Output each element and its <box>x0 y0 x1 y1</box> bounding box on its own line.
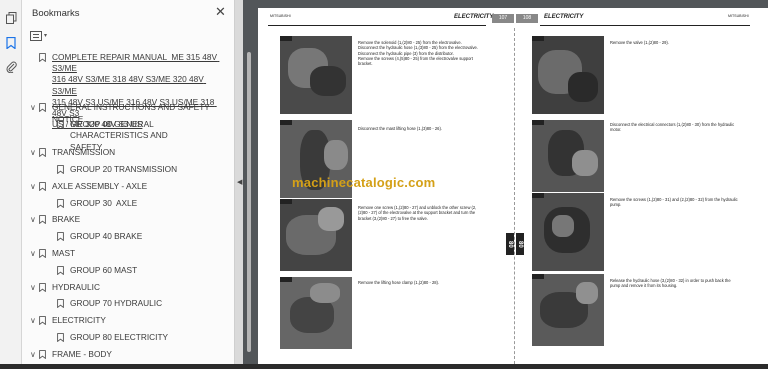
bookmark-section[interactable]: ∨ MAST <box>30 248 220 261</box>
bookmark-options-button[interactable]: ▾ <box>30 29 52 42</box>
bookmark-icon <box>39 102 52 115</box>
bookmark-item[interactable]: GROUP 30 AXLE <box>48 198 220 211</box>
chevron-down-icon[interactable]: ∨ <box>30 102 39 113</box>
bookmark-icon <box>39 315 52 328</box>
photo-80-27 <box>280 199 352 271</box>
bookmark-section[interactable]: ∨ TRANSMISSION <box>30 147 220 160</box>
bookmark-item[interactable]: GROUP 70 HYDRAULIC <box>48 298 220 311</box>
bookmark-item[interactable]: GROUP 40 BRAKE <box>48 231 220 244</box>
photo-80-32 <box>532 274 604 346</box>
left-section-title: ELECTRICITY <box>454 14 494 20</box>
photo-80-30 <box>532 120 604 192</box>
bookmark-item[interactable]: GROUP 20 TRANSMISSION <box>48 164 220 177</box>
bookmark-label: GROUP 60 MAST <box>70 264 138 275</box>
scrollbar[interactable] <box>247 52 251 352</box>
bookmark-icon <box>57 198 70 211</box>
bookmark-icon <box>57 332 70 345</box>
caption-80-32: Release the hydraulic hose (3,(2)80 - 32… <box>610 278 731 289</box>
right-page-number: 108 <box>516 14 538 23</box>
photo-80-28 <box>280 277 352 349</box>
chevron-down-icon: ▾ <box>44 33 48 39</box>
chevron-down-icon[interactable]: ∨ <box>30 349 39 360</box>
caption-80-30: Disconnect the electrical connectors (1,… <box>610 122 735 133</box>
pdf-viewer: Bookmarks ✕ ▾ COMPLETE REPAIR MANUAL ME … <box>0 0 768 369</box>
bookmark-label: GROUP 30 AXLE <box>70 197 138 208</box>
watermark: machinecatalogic.com <box>292 175 436 190</box>
attachment-icon[interactable] <box>3 59 19 75</box>
chevron-down-icon[interactable]: ∨ <box>30 214 39 225</box>
bookmark-icon <box>57 265 70 278</box>
bookmark-icon <box>39 181 52 194</box>
photo-80-29 <box>532 36 604 114</box>
caption-80-25: Remove the solenoid (1,(2)80 - 25) from … <box>358 40 478 67</box>
bookmarks-panel: Bookmarks ✕ ▾ COMPLETE REPAIR MANUAL ME … <box>22 0 251 369</box>
bookmark-section[interactable]: ∨ AXLE ASSEMBLY - AXLE <box>30 181 220 194</box>
bookmark-label: GROUP 80 ELECTRICITY <box>70 332 169 342</box>
pages-icon[interactable] <box>3 10 19 26</box>
bookmark-section[interactable]: ∨ HYDRAULIC <box>30 282 220 295</box>
bookmark-label: TRANSMISSION <box>52 147 116 158</box>
chevron-down-icon[interactable]: ∨ <box>30 282 39 293</box>
right-chapter-mark: 80 <box>516 233 524 255</box>
bookmark-icon <box>39 248 52 261</box>
left-chapter-mark: 80 <box>506 233 514 255</box>
bookmark-section[interactable]: ∨ BRAKE <box>30 214 220 227</box>
photo-80-31 <box>532 193 604 271</box>
photo-80-25 <box>280 36 352 114</box>
right-header-rule <box>540 25 750 26</box>
bookmark-icon <box>39 52 52 65</box>
close-icon[interactable]: ✕ <box>215 5 226 18</box>
bookmark-icon <box>57 231 70 244</box>
caption-80-26: Disconnect the mast lifting hose (1,(3)8… <box>358 126 442 131</box>
chevron-down-icon[interactable]: ∨ <box>30 181 39 192</box>
taskbar-edge <box>0 364 768 369</box>
bookmark-icon <box>39 282 52 295</box>
chevron-down-icon[interactable]: ∨ <box>30 248 39 259</box>
page-divider <box>514 28 515 369</box>
bookmark-icon <box>39 147 52 160</box>
bookmark-label: GROUP 70 HYDRAULIC <box>70 298 163 309</box>
bookmark-label: MAST <box>52 248 76 258</box>
bookmark-label: GROUP 20 TRANSMISSION <box>70 164 178 174</box>
bookmark-label: GROUP 40 BRAKE <box>70 231 143 242</box>
bookmark-icon <box>57 119 70 132</box>
side-toolbar <box>0 0 22 369</box>
bookmark-icon <box>57 298 70 311</box>
bookmark-item[interactable]: GROUP 80 ELECTRICITY <box>48 332 220 345</box>
bookmark-item[interactable]: GROUP 60 MAST <box>48 265 220 278</box>
bookmark-label: FRAME - BODY <box>52 348 112 359</box>
bookmark-label: AXLE ASSEMBLY - AXLE <box>52 180 148 191</box>
caption-80-31: Remove the screws (1,(2)80 - 31) and (2,… <box>610 197 738 208</box>
caption-80-28: Remove the lifting hose clamp (1,(2)80 -… <box>358 280 440 285</box>
left-header-rule <box>268 25 486 26</box>
panel-title: Bookmarks <box>32 8 80 19</box>
bookmark-section[interactable]: ∨ FRAME - BODY <box>30 349 220 362</box>
bookmark-label: HYDRAULIC <box>52 281 100 292</box>
right-brand: MITSUBISHI <box>728 14 749 18</box>
caption-80-27: Remove one screw (1,(2)80 - 27) and unbl… <box>358 205 477 221</box>
chevron-down-icon[interactable]: ∨ <box>30 147 39 158</box>
bookmark-icon <box>39 214 52 227</box>
bookmark-label: ELECTRICITY <box>52 315 106 326</box>
bookmark-icon[interactable] <box>3 35 19 51</box>
bookmark-icon <box>57 164 70 177</box>
bookmark-tree: COMPLETE REPAIR MANUAL ME 315 48V S3/ME … <box>22 50 226 369</box>
options-icon <box>30 30 42 41</box>
bookmark-icon <box>39 349 52 362</box>
chevron-down-icon[interactable]: ∨ <box>30 315 39 326</box>
bookmark-section[interactable]: ∨ ELECTRICITY <box>30 315 220 328</box>
right-section-title: ELECTRICITY <box>544 14 584 20</box>
bookmark-label: BRAKE <box>52 214 81 225</box>
left-page-number: 107 <box>492 14 514 23</box>
left-brand: MITSUBISHI <box>270 14 291 18</box>
collapse-panel-icon[interactable]: ◀ <box>237 178 242 186</box>
caption-80-29: Remove the valve (1,(2)80 - 29). <box>610 40 669 45</box>
